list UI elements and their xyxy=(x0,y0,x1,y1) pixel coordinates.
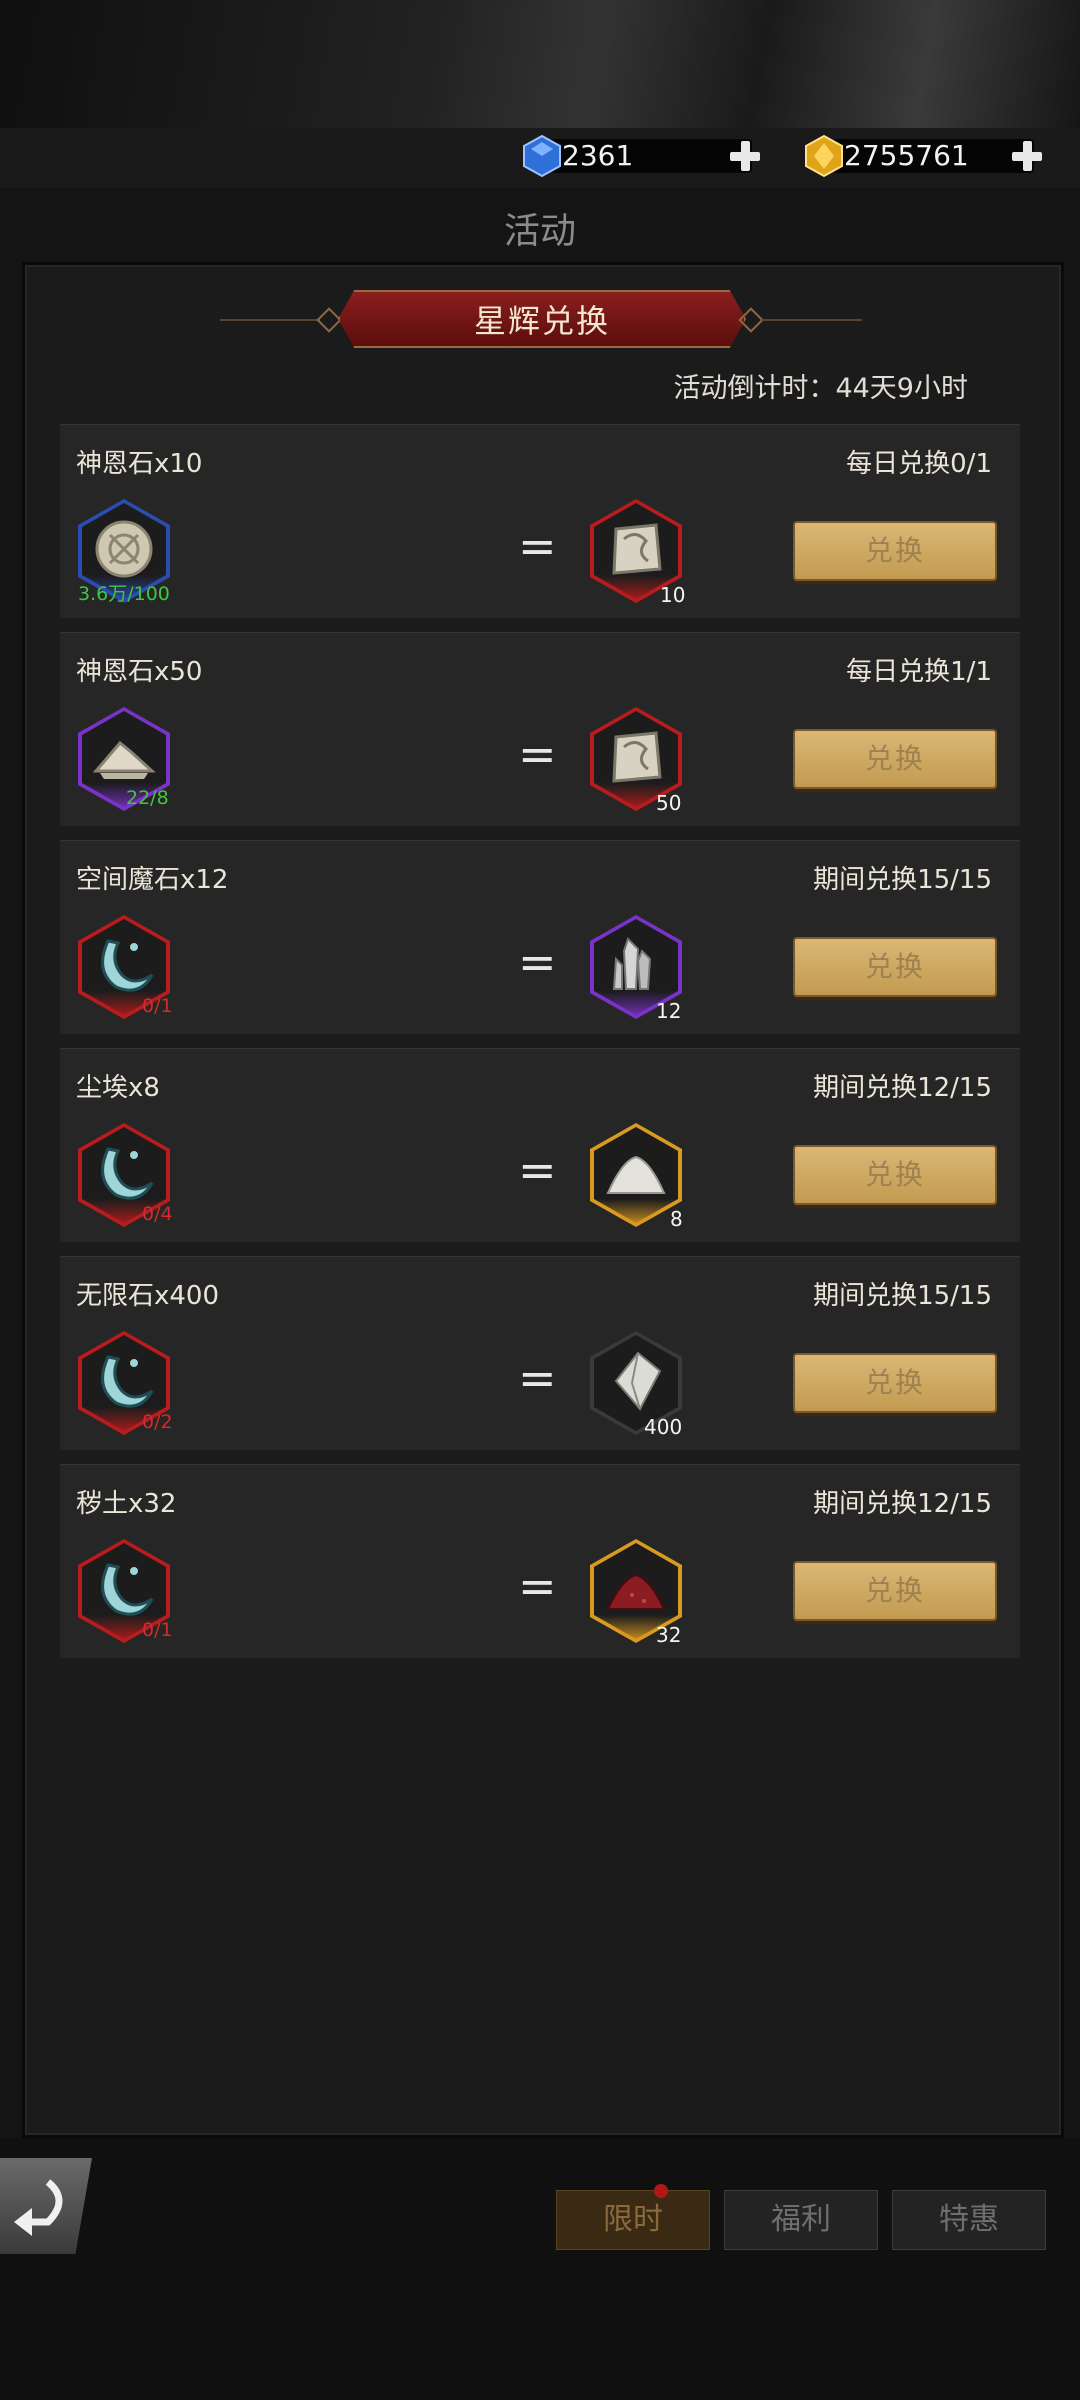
equals-sign: = xyxy=(518,1351,557,1405)
exchange-limit: 期间兑换15/15 xyxy=(813,865,992,895)
exchange-name: 尘埃x8 xyxy=(76,1073,160,1103)
banner: 星辉兑换 xyxy=(0,290,1080,350)
divine-medallion-icon xyxy=(95,520,153,578)
top-banner-area xyxy=(0,0,1080,128)
banner-left-ornament xyxy=(316,307,342,333)
exchange-row: 秽土x32 期间兑换12/15 0/1 = 32 兑换 xyxy=(60,1464,1020,1658)
equals-sign: = xyxy=(518,727,557,781)
exchange-limit: 期间兑换12/15 xyxy=(813,1489,992,1519)
crescent-horn-icon xyxy=(101,1355,154,1408)
reward-count: 400 xyxy=(644,1415,683,1439)
exchange-name: 无限石x400 xyxy=(76,1281,220,1311)
space-crystal-icon xyxy=(612,937,652,990)
diamond-amount: 2361 xyxy=(550,139,752,173)
exchange-name: 神恩石x10 xyxy=(76,449,203,479)
cost-count: 3.6万/100 xyxy=(78,583,170,605)
divine-stone-icon xyxy=(612,523,662,575)
cost-count: 0/1 xyxy=(142,995,173,1017)
exchange-limit: 期间兑换12/15 xyxy=(813,1073,992,1103)
exchange-name: 神恩石x50 xyxy=(76,657,203,687)
exchange-button[interactable]: 兑换 xyxy=(793,1145,997,1205)
banner-right-line xyxy=(762,319,862,321)
equals-sign: = xyxy=(518,1559,557,1613)
gold-currency: 2755761 xyxy=(802,134,1044,178)
banner-right-ornament xyxy=(738,307,764,333)
exchange-limit: 期间兑换15/15 xyxy=(813,1281,992,1311)
stone-pile-icon xyxy=(92,740,156,779)
gold-amount: 2755761 xyxy=(832,139,1034,173)
exchange-limit: 每日兑换1/1 xyxy=(846,657,992,687)
exchange-button[interactable]: 兑换 xyxy=(793,1353,997,1413)
equals-sign: = xyxy=(518,519,557,573)
tab-limited[interactable]: 限时 xyxy=(556,2190,710,2250)
dust-pile-icon xyxy=(606,1155,666,1194)
exchange-row: 尘埃x8 期间兑换12/15 0/4 = 8 兑换 xyxy=(60,1048,1020,1242)
bottom-bar xyxy=(0,2138,1080,2400)
exchange-name: 空间魔石x12 xyxy=(76,865,229,895)
reward-count: 8 xyxy=(670,1207,683,1231)
exchange-button[interactable]: 兑换 xyxy=(793,1561,997,1621)
equals-sign: = xyxy=(518,1143,557,1197)
notification-dot xyxy=(654,2184,668,2198)
cost-count: 0/4 xyxy=(142,1203,173,1225)
filthy-soil-icon xyxy=(606,1573,666,1610)
exchange-row: 神恩石x50 每日兑换1/1 22/8 = 50 兑换 xyxy=(60,632,1020,826)
exchange-row: 神恩石x10 每日兑换0/1 3.6万/100 = 10 兑换 xyxy=(60,424,1020,618)
crescent-horn-icon xyxy=(101,1147,154,1200)
countdown-text: 活动倒计时：44天9小时 xyxy=(673,373,968,404)
exchange-button[interactable]: 兑换 xyxy=(793,937,997,997)
reward-count: 10 xyxy=(660,583,686,607)
cost-count: 22/8 xyxy=(126,787,169,809)
tab-special-offer[interactable]: 特惠 xyxy=(892,2190,1046,2250)
infinity-stone-icon xyxy=(614,1351,662,1411)
diamond-icon xyxy=(523,134,561,178)
equals-sign: = xyxy=(518,935,557,989)
banner-left-line xyxy=(220,319,320,321)
exchange-name: 秽土x32 xyxy=(76,1489,177,1519)
back-arrow-icon xyxy=(14,2179,63,2236)
diamond-currency: 2361 xyxy=(520,134,762,178)
cost-count: 0/1 xyxy=(142,1619,173,1641)
exchange-button[interactable]: 兑换 xyxy=(793,729,997,789)
cost-count: 0/2 xyxy=(142,1411,173,1433)
add-diamond-button[interactable] xyxy=(728,139,762,173)
crescent-horn-icon xyxy=(101,939,154,992)
divine-stone-icon xyxy=(612,731,662,783)
reward-item-slot[interactable] xyxy=(590,1123,682,1227)
tab-welfare[interactable]: 福利 xyxy=(724,2190,878,2250)
exchange-button[interactable]: 兑换 xyxy=(793,521,997,581)
reward-count: 50 xyxy=(656,791,682,815)
exchange-limit: 每日兑换0/1 xyxy=(846,449,992,479)
exchange-row: 空间魔石x12 期间兑换15/15 0/1 = 12 兑换 xyxy=(60,840,1020,1034)
add-gold-button[interactable] xyxy=(1010,139,1044,173)
page-title: 活动 xyxy=(503,211,576,252)
banner-title: 星辉兑换 xyxy=(338,290,746,348)
gold-gem-icon xyxy=(805,134,843,178)
reward-count: 12 xyxy=(656,999,682,1023)
crescent-horn-icon xyxy=(101,1563,154,1616)
exchange-row: 无限石x400 期间兑换15/15 0/2 = 400 兑换 xyxy=(60,1256,1020,1450)
reward-count: 32 xyxy=(656,1623,682,1647)
